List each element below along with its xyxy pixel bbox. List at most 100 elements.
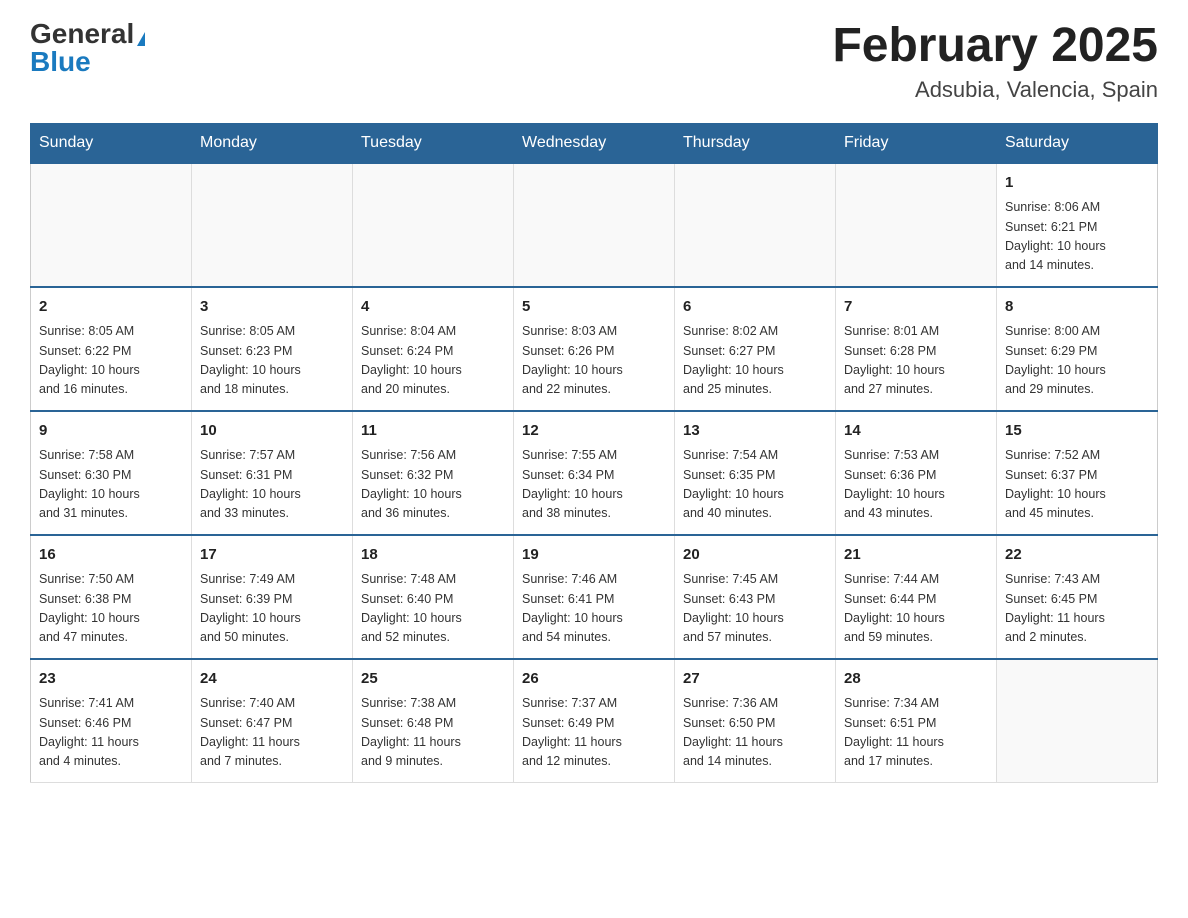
calendar-cell: 17Sunrise: 7:49 AMSunset: 6:39 PMDayligh… [192,535,353,659]
day-info: Sunrise: 7:41 AMSunset: 6:46 PMDaylight:… [39,694,183,772]
day-number: 6 [683,296,827,319]
calendar-cell: 10 Sunrise: 7:57 AMSunset: 6:31 PMDayligh… [192,411,353,535]
calendar-week-4: 16Sunrise: 7:50 AMSunset: 6:38 PMDayligh… [31,535,1158,659]
day-info: Sunrise: 8:05 AMSunset: 6:23 PMDaylight:… [200,322,344,400]
day-info: Sunrise: 7:53 AMSunset: 6:36 PMDaylight:… [844,446,988,524]
calendar-header-monday: Monday [192,123,353,163]
day-number: 22 [1005,544,1149,567]
calendar-cell: 4 Sunrise: 8:04 AMSunset: 6:24 PMDaylight… [353,287,514,411]
logo-triangle-icon [137,32,145,46]
title-area: February 2025 Adsubia, Valencia, Spain [832,20,1158,103]
calendar-cell: 13Sunrise: 7:54 AMSunset: 6:35 PMDayligh… [675,411,836,535]
calendar-header-tuesday: Tuesday [353,123,514,163]
day-info: Sunrise: 8:04 AMSunset: 6:24 PMDaylight:… [361,322,505,400]
calendar-cell: 12 Sunrise: 7:55 AMSunset: 6:34 PMDayligh… [514,411,675,535]
calendar-cell [31,163,192,287]
day-number: 15 [1005,420,1149,443]
logo-blue: Blue [30,48,91,76]
calendar-cell: 18 Sunrise: 7:48 AMSunset: 6:40 PMDayligh… [353,535,514,659]
day-info: Sunrise: 8:00 AMSunset: 6:29 PMDaylight:… [1005,322,1149,400]
day-info: Sunrise: 7:48 AMSunset: 6:40 PMDaylight:… [361,570,505,648]
day-info: Sunrise: 8:01 AMSunset: 6:28 PMDaylight:… [844,322,988,400]
calendar-cell [675,163,836,287]
calendar-cell: 5 Sunrise: 8:03 AMSunset: 6:26 PMDaylight… [514,287,675,411]
calendar-cell: 7 Sunrise: 8:01 AMSunset: 6:28 PMDaylight… [836,287,997,411]
day-info: Sunrise: 7:40 AMSunset: 6:47 PMDaylight:… [200,694,344,772]
day-number: 27 [683,668,827,691]
day-info: Sunrise: 8:02 AMSunset: 6:27 PMDaylight:… [683,322,827,400]
day-info: Sunrise: 7:46 AMSunset: 6:41 PMDaylight:… [522,570,666,648]
calendar-cell: 9Sunrise: 7:58 AMSunset: 6:30 PMDaylight… [31,411,192,535]
calendar-cell: 20 Sunrise: 7:45 AMSunset: 6:43 PMDayligh… [675,535,836,659]
calendar-cell [997,659,1158,783]
day-info: Sunrise: 7:44 AMSunset: 6:44 PMDaylight:… [844,570,988,648]
day-info: Sunrise: 8:03 AMSunset: 6:26 PMDaylight:… [522,322,666,400]
day-info: Sunrise: 7:34 AMSunset: 6:51 PMDaylight:… [844,694,988,772]
calendar-cell: 26 Sunrise: 7:37 AMSunset: 6:49 PMDayligh… [514,659,675,783]
calendar-week-2: 2 Sunrise: 8:05 AMSunset: 6:22 PMDaylight… [31,287,1158,411]
calendar-cell: 14 Sunrise: 7:53 AMSunset: 6:36 PMDayligh… [836,411,997,535]
day-info: Sunrise: 7:37 AMSunset: 6:49 PMDaylight:… [522,694,666,772]
page-header: General Blue February 2025 Adsubia, Vale… [30,20,1158,103]
calendar-cell: 28Sunrise: 7:34 AMSunset: 6:51 PMDayligh… [836,659,997,783]
day-number: 20 [683,544,827,567]
calendar-cell: 22 Sunrise: 7:43 AMSunset: 6:45 PMDayligh… [997,535,1158,659]
logo-general: General [30,18,134,49]
calendar-cell: 27Sunrise: 7:36 AMSunset: 6:50 PMDayligh… [675,659,836,783]
day-number: 19 [522,544,666,567]
day-number: 25 [361,668,505,691]
calendar-header-sunday: Sunday [31,123,192,163]
day-info: Sunrise: 8:06 AMSunset: 6:21 PMDaylight:… [1005,198,1149,276]
day-number: 5 [522,296,666,319]
calendar-week-1: 1Sunrise: 8:06 AMSunset: 6:21 PMDaylight… [31,163,1158,287]
day-number: 7 [844,296,988,319]
calendar-week-5: 23 Sunrise: 7:41 AMSunset: 6:46 PMDayligh… [31,659,1158,783]
day-info: Sunrise: 7:57 AMSunset: 6:31 PMDaylight:… [200,446,344,524]
calendar-cell: 1Sunrise: 8:06 AMSunset: 6:21 PMDaylight… [997,163,1158,287]
day-info: Sunrise: 7:45 AMSunset: 6:43 PMDaylight:… [683,570,827,648]
calendar-cell: 2 Sunrise: 8:05 AMSunset: 6:22 PMDaylight… [31,287,192,411]
day-number: 10 [200,420,344,443]
day-info: Sunrise: 7:56 AMSunset: 6:32 PMDaylight:… [361,446,505,524]
day-number: 16 [39,544,183,567]
calendar-cell: 16Sunrise: 7:50 AMSunset: 6:38 PMDayligh… [31,535,192,659]
calendar-cell: 11 Sunrise: 7:56 AMSunset: 6:32 PMDayligh… [353,411,514,535]
logo: General Blue [30,20,145,76]
calendar-cell: 6 Sunrise: 8:02 AMSunset: 6:27 PMDaylight… [675,287,836,411]
day-number: 17 [200,544,344,567]
calendar-header-friday: Friday [836,123,997,163]
calendar-cell: 15 Sunrise: 7:52 AMSunset: 6:37 PMDayligh… [997,411,1158,535]
day-info: Sunrise: 7:43 AMSunset: 6:45 PMDaylight:… [1005,570,1149,648]
calendar-header-row: SundayMondayTuesdayWednesdayThursdayFrid… [31,123,1158,163]
calendar-cell: 3 Sunrise: 8:05 AMSunset: 6:23 PMDaylight… [192,287,353,411]
calendar-cell: 23 Sunrise: 7:41 AMSunset: 6:46 PMDayligh… [31,659,192,783]
day-number: 3 [200,296,344,319]
day-number: 14 [844,420,988,443]
day-number: 13 [683,420,827,443]
day-number: 23 [39,668,183,691]
day-number: 12 [522,420,666,443]
day-number: 2 [39,296,183,319]
calendar-header-thursday: Thursday [675,123,836,163]
calendar-cell: 8Sunrise: 8:00 AMSunset: 6:29 PMDaylight… [997,287,1158,411]
month-title: February 2025 [832,20,1158,73]
day-number: 18 [361,544,505,567]
calendar-header-saturday: Saturday [997,123,1158,163]
day-info: Sunrise: 8:05 AMSunset: 6:22 PMDaylight:… [39,322,183,400]
day-number: 21 [844,544,988,567]
calendar-header-wednesday: Wednesday [514,123,675,163]
day-number: 4 [361,296,505,319]
calendar-cell [192,163,353,287]
calendar-cell: 24Sunrise: 7:40 AMSunset: 6:47 PMDayligh… [192,659,353,783]
day-info: Sunrise: 7:52 AMSunset: 6:37 PMDaylight:… [1005,446,1149,524]
day-number: 9 [39,420,183,443]
day-info: Sunrise: 7:38 AMSunset: 6:48 PMDaylight:… [361,694,505,772]
calendar-cell: 19 Sunrise: 7:46 AMSunset: 6:41 PMDayligh… [514,535,675,659]
logo-text: General [30,20,145,48]
calendar-cell [836,163,997,287]
day-number: 11 [361,420,505,443]
day-number: 26 [522,668,666,691]
calendar-cell [514,163,675,287]
calendar-table: SundayMondayTuesdayWednesdayThursdayFrid… [30,123,1158,783]
day-info: Sunrise: 7:55 AMSunset: 6:34 PMDaylight:… [522,446,666,524]
